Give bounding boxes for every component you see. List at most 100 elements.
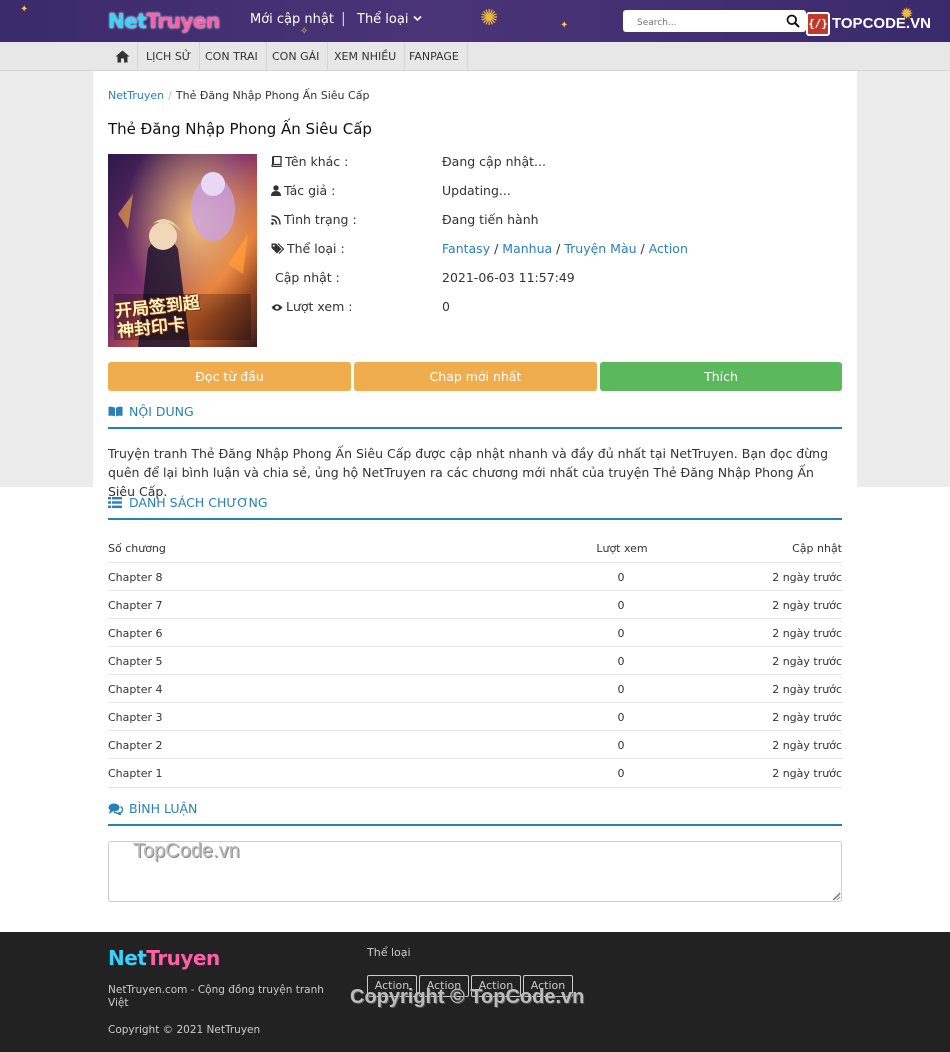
chapter-updated: 2 ngày trước xyxy=(772,739,842,752)
chapter-row: Chapter 7 0 2 ngày trước xyxy=(108,590,842,618)
info-label: Tình trạng : xyxy=(284,212,357,227)
comic-cover-image[interactable]: 开局签到超神封印卡 xyxy=(108,154,257,347)
nav-genres-dropdown[interactable]: Thể loại xyxy=(357,12,422,27)
user-icon xyxy=(271,185,281,196)
info-label: Lượt xem : xyxy=(286,299,353,314)
section-content-title: NỘI DUNG xyxy=(129,404,194,419)
chapter-row: Chapter 4 0 2 ngày trước xyxy=(108,674,842,702)
nav-girls[interactable]: CON GÁI xyxy=(264,42,329,71)
footer-logo-part2: Truyen xyxy=(146,946,220,970)
nav-new-updates[interactable]: Mới cập nhật xyxy=(250,12,334,27)
info-other-name-value: Đang cập nhật... xyxy=(442,154,546,169)
chapter-link[interactable]: Chapter 1 xyxy=(108,767,162,780)
sparkle-decoration: ✧ xyxy=(300,26,309,37)
tags-icon xyxy=(271,243,284,254)
chapter-views: 0 xyxy=(617,711,625,724)
watermark-text: TopCode.vn xyxy=(133,840,240,862)
genre-link[interactable]: Manhua xyxy=(502,241,552,256)
chevron-down-icon xyxy=(413,15,422,22)
open-book-icon xyxy=(108,406,123,417)
genre-link[interactable]: Truyện Màu xyxy=(564,241,636,256)
eye-icon xyxy=(271,304,283,311)
chapter-link[interactable]: Chapter 2 xyxy=(108,739,162,752)
nav-most-viewed[interactable]: XEM NHIỀU xyxy=(326,42,406,71)
code-icon: {/} xyxy=(806,12,830,36)
info-status-value: Đang tiến hành xyxy=(442,212,539,227)
chapter-link[interactable]: Chapter 4 xyxy=(108,683,162,696)
chapter-updated: 2 ngày trước xyxy=(772,711,842,724)
comic-title: Thẻ Đăng Nhập Phong Ấn Siêu Cấp xyxy=(108,120,372,138)
info-author-label: Tác giả : xyxy=(271,183,335,198)
resize-handle-icon[interactable] xyxy=(833,893,841,901)
home-icon xyxy=(115,50,130,63)
chapter-row: Chapter 2 0 2 ngày trước xyxy=(108,730,842,758)
genre-link[interactable]: Action xyxy=(649,241,688,256)
search-icon[interactable] xyxy=(786,13,800,32)
logo-part1: Net xyxy=(108,9,147,33)
chapter-row: Chapter 3 0 2 ngày trước xyxy=(108,702,842,730)
footer-tagline: NetTruyen.com - Cộng đồng truyện tranh V… xyxy=(108,984,324,1009)
search-input[interactable] xyxy=(623,12,773,34)
chapter-views: 0 xyxy=(617,655,625,668)
chapter-views: 0 xyxy=(617,571,625,584)
sparkle-decoration: ✦ xyxy=(560,20,569,31)
col-updated-header: Cập nhật xyxy=(792,542,842,555)
chapter-updated: 2 ngày trước xyxy=(772,683,842,696)
search-box xyxy=(623,10,806,34)
site-logo[interactable]: NetTruyen xyxy=(108,9,220,33)
info-status-label: Tình trạng : xyxy=(271,212,357,227)
comic-description: Truyện tranh Thẻ Đăng Nhập Phong Ấn Siêu… xyxy=(108,446,829,499)
rss-icon xyxy=(271,215,281,225)
genre-link[interactable]: Fantasy xyxy=(442,241,490,256)
chapter-link[interactable]: Chapter 3 xyxy=(108,711,162,724)
nav-home[interactable] xyxy=(108,42,138,71)
chapter-link[interactable]: Chapter 7 xyxy=(108,599,162,612)
chapter-views: 0 xyxy=(617,599,625,612)
nav-boys[interactable]: CON TRAI xyxy=(197,42,267,71)
chapter-views: 0 xyxy=(617,683,625,696)
col-views-header: Lượt xem xyxy=(596,542,648,555)
footer-logo[interactable]: NetTruyen xyxy=(108,946,220,970)
sparkle-decoration: ✦ xyxy=(20,4,29,15)
chapter-row: Chapter 6 0 2 ngày trước xyxy=(108,618,842,646)
chapter-updated: 2 ngày trước xyxy=(772,767,842,780)
info-updated-label: Cập nhật : xyxy=(275,270,340,285)
info-views-label: Lượt xem : xyxy=(271,299,352,314)
section-comments-header: BÌNH LUẬN xyxy=(108,801,842,826)
nav-fanpage[interactable]: FANPAGE xyxy=(401,42,468,71)
chapter-link[interactable]: Chapter 8 xyxy=(108,571,162,584)
chapter-row: Chapter 8 0 2 ngày trước xyxy=(108,562,842,590)
section-chapters-title: DANH SÁCH CHƯƠNG xyxy=(129,495,268,510)
brand-text: TOPCODE.VN xyxy=(832,15,931,32)
chapter-link[interactable]: Chapter 6 xyxy=(108,627,162,640)
read-from-start-button[interactable]: Đọc từ đầu xyxy=(108,362,351,391)
latest-chapter-button[interactable]: Chap mới nhất xyxy=(354,362,597,391)
info-updated-value: 2021-06-03 11:57:49 xyxy=(442,270,575,285)
list-icon xyxy=(108,497,122,508)
chapter-updated: 2 ngày trước xyxy=(772,655,842,668)
nav-history[interactable]: LỊCH SỬ xyxy=(138,42,201,71)
main-navbar: LỊCH SỬ CON TRAI CON GÁI XEM NHIỀU FANPA… xyxy=(0,42,950,71)
chapter-link[interactable]: Chapter 5 xyxy=(108,655,162,668)
firework-decoration: ✺ xyxy=(480,6,499,31)
header-separator: | xyxy=(341,11,346,27)
chapter-views: 0 xyxy=(617,739,625,752)
footer-category-title: Thể loại xyxy=(367,946,411,959)
nav-genres-label: Thể loại xyxy=(357,12,409,27)
section-content-header: NỘI DUNG xyxy=(108,404,842,429)
book-icon xyxy=(271,156,282,167)
chapter-updated: 2 ngày trước xyxy=(772,627,842,640)
like-button[interactable]: Thích xyxy=(600,362,842,391)
info-author-value: Updating... xyxy=(442,183,511,198)
watermark-copyright: Copyright © TopCode.vn xyxy=(350,986,585,1008)
comments-icon xyxy=(108,803,123,815)
col-chapter-header: Số chương xyxy=(108,542,166,555)
info-label: Thể loại : xyxy=(287,241,345,256)
chapter-updated: 2 ngày trước xyxy=(772,599,842,612)
breadcrumb-home[interactable]: NetTruyen xyxy=(108,89,164,102)
info-views-value: 0 xyxy=(442,299,450,314)
chapter-table-header: Số chương Lượt xem Cập nhật xyxy=(108,538,842,562)
info-label: Tên khác : xyxy=(285,154,349,169)
info-label: Tác giả : xyxy=(284,183,336,198)
logo-part2: Truyen xyxy=(146,9,220,33)
